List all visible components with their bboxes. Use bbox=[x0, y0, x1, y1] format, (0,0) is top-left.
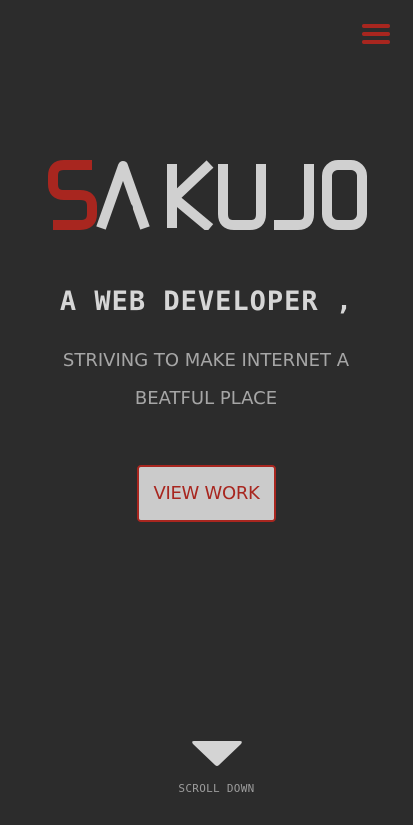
hero-tagline: STRIVING TO MAKE INTERNET A BEATFUL PLAC… bbox=[62, 350, 350, 409]
sakujo-logo bbox=[48, 160, 367, 230]
landing-page: A WEB DEVELOPER , STRIVING TO MAKE INTER… bbox=[0, 0, 413, 825]
view-work-button[interactable]: VIEW WORK bbox=[137, 465, 276, 522]
triangle-down-icon[interactable] bbox=[190, 738, 244, 768]
menu-button[interactable] bbox=[360, 22, 392, 46]
hero-headline: A WEB DEVELOPER , bbox=[59, 286, 354, 317]
scroll-down-label[interactable]: SCROLL DOWN bbox=[0, 782, 413, 795]
view-work-label: VIEW WORK bbox=[153, 483, 260, 504]
